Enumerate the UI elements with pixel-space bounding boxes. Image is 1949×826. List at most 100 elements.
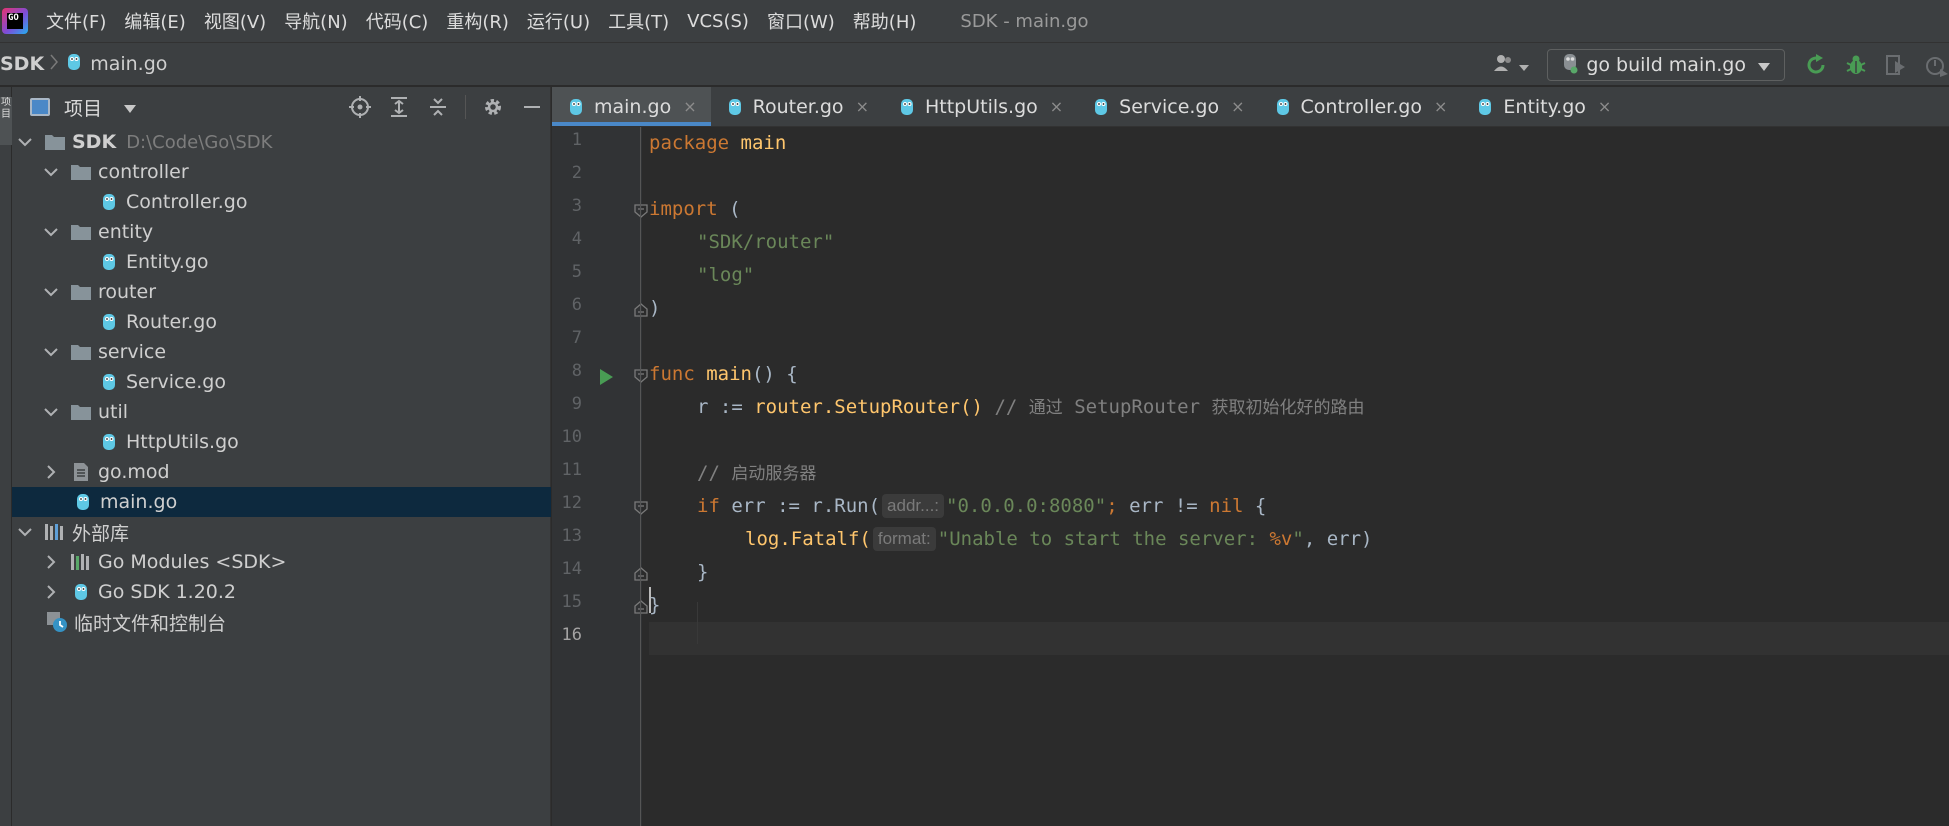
hide-panel-button[interactable]	[520, 95, 544, 119]
menu-code[interactable]: 代码(C)	[366, 8, 429, 34]
tree-node-util[interactable]: util	[12, 397, 551, 427]
tree-file-service-go[interactable]: Service.go	[12, 367, 551, 397]
fold-close-icon[interactable]	[634, 567, 648, 581]
menu-navigate[interactable]: 导航(N)	[284, 8, 348, 34]
go-file-icon	[98, 312, 120, 332]
tree-node-go-modules[interactable]: Go Modules <SDK>	[12, 547, 551, 577]
expand-all-button[interactable]	[387, 95, 411, 119]
project-panel-title[interactable]: 项目	[64, 94, 102, 121]
tree-file-httputils-go[interactable]: HttpUtils.go	[12, 427, 551, 457]
project-tool-window-button[interactable]: 项目	[0, 97, 12, 145]
run-gutter-icon[interactable]	[600, 369, 613, 385]
chevron-down-icon[interactable]	[44, 165, 58, 179]
tree-label: router	[98, 281, 157, 303]
chevron-down-icon	[1519, 54, 1530, 76]
chevron-right-icon[interactable]	[44, 465, 58, 479]
profile-button[interactable]	[1923, 52, 1949, 78]
collapse-all-button[interactable]	[426, 95, 450, 119]
menu-file[interactable]: 文件(F)	[46, 8, 106, 34]
tree-node-router[interactable]: router	[12, 277, 551, 307]
tab-entity-go[interactable]: Entity.go ×	[1461, 87, 1625, 126]
user-account-button[interactable]	[1493, 53, 1530, 78]
tree-node-scratches-and-consoles[interactable]: 临时文件和控制台	[12, 607, 551, 637]
chevron-down-icon[interactable]	[18, 525, 32, 539]
tree-file-controller-go[interactable]: Controller.go	[12, 187, 551, 217]
fold-open-icon[interactable]	[634, 369, 648, 383]
run-configuration-label: go build main.go	[1586, 54, 1746, 76]
menu-window[interactable]: 窗口(W)	[767, 8, 835, 34]
tab-controller-go[interactable]: Controller.go ×	[1259, 87, 1462, 126]
menu-help[interactable]: 帮助(H)	[853, 8, 917, 34]
breadcrumb-project[interactable]: SDK	[0, 53, 44, 75]
tree-label: Controller.go	[126, 191, 248, 213]
close-icon[interactable]: ×	[856, 97, 869, 116]
code-line-9: r := router.SetupRouter() // 通过 SetupRou…	[697, 391, 1364, 424]
tree-label: Go SDK 1.20.2	[98, 581, 237, 603]
run-configuration-dropdown[interactable]: go build main.go	[1547, 49, 1785, 81]
tree-node-controller[interactable]: controller	[12, 157, 551, 187]
chevron-down-icon[interactable]	[44, 285, 58, 299]
tree-path: D:\Code\Go\SDK	[126, 131, 273, 153]
options-button[interactable]	[481, 95, 505, 119]
tree-node-service[interactable]: service	[12, 337, 551, 367]
rerun-button[interactable]	[1803, 52, 1829, 78]
goland-logo-icon[interactable]: GO	[2, 8, 28, 34]
close-icon[interactable]: ×	[1434, 97, 1447, 116]
tab-router-go[interactable]: Router.go ×	[711, 87, 883, 126]
breadcrumb-file[interactable]: main.go	[90, 53, 167, 75]
go-file-icon	[98, 252, 120, 272]
menu-tools[interactable]: 工具(T)	[608, 8, 669, 34]
string-literal: "	[1292, 528, 1304, 550]
chevron-right-icon[interactable]	[44, 585, 58, 599]
go-file-icon	[1091, 96, 1111, 118]
gear-icon	[485, 99, 501, 115]
close-icon[interactable]: ×	[1050, 97, 1063, 116]
tree-node-external-libraries[interactable]: 外部库	[12, 517, 551, 547]
line-number: 8	[571, 361, 582, 381]
code-area[interactable]: package main import ( "SDK/router" "log"…	[649, 127, 1949, 826]
run-with-coverage-button[interactable]	[1883, 52, 1909, 78]
toolbar-separator	[465, 95, 466, 119]
fold-open-icon[interactable]	[634, 204, 648, 218]
chevron-down-icon[interactable]	[18, 135, 32, 149]
chevron-down-icon[interactable]	[44, 345, 58, 359]
line-number: 15	[561, 592, 582, 612]
close-icon[interactable]: ×	[1598, 97, 1611, 116]
scratches-icon	[46, 612, 68, 632]
menu-run[interactable]: 运行(U)	[527, 8, 590, 34]
string-literal: "SDK/router"	[697, 231, 835, 253]
tab-service-go[interactable]: Service.go ×	[1077, 87, 1258, 126]
tree-node-go-mod[interactable]: go.mod	[12, 457, 551, 487]
menu-view[interactable]: 视图(V)	[204, 8, 266, 34]
debug-button[interactable]	[1843, 52, 1869, 78]
chevron-right-icon[interactable]	[44, 555, 58, 569]
tree-file-main-go[interactable]: main.go	[12, 487, 551, 517]
tab-httputils-go[interactable]: HttpUtils.go ×	[883, 87, 1077, 126]
fold-close-icon[interactable]	[634, 600, 648, 614]
package-name: main	[740, 132, 787, 154]
tree-file-entity-go[interactable]: Entity.go	[12, 247, 551, 277]
tree-node-go-sdk[interactable]: Go SDK 1.20.2	[12, 577, 551, 607]
tab-main-go[interactable]: main.go ×	[552, 87, 711, 126]
chevron-down-icon[interactable]	[44, 225, 58, 239]
menu-edit[interactable]: 编辑(E)	[124, 8, 185, 34]
tree-node-sdk-root[interactable]: SDK D:\Code\Go\SDK	[12, 127, 551, 157]
editor-gutter[interactable]: 1 2 3 4 5 6 7 8 9 10 11 12 13 14 15 16	[552, 127, 648, 826]
menu-refactor[interactable]: 重构(R)	[446, 8, 509, 34]
tree-label: controller	[98, 161, 189, 183]
close-icon[interactable]: ×	[1231, 97, 1244, 116]
close-icon[interactable]: ×	[683, 97, 696, 116]
menu-vcs[interactable]: VCS(S)	[687, 11, 749, 32]
locate-file-button[interactable]	[348, 95, 372, 119]
go-modules-icon	[70, 552, 92, 572]
tree-node-entity[interactable]: entity	[12, 217, 551, 247]
fold-close-icon[interactable]	[634, 303, 648, 317]
fold-open-icon[interactable]	[634, 501, 648, 515]
chevron-down-icon[interactable]	[124, 96, 137, 118]
chevron-down-icon[interactable]	[44, 405, 58, 419]
code-line-8: func main() {	[649, 358, 798, 391]
tab-label: Service.go	[1119, 95, 1220, 118]
tree-file-router-go[interactable]: Router.go	[12, 307, 551, 337]
window-title: SDK - main.go	[960, 10, 1089, 32]
bug-icon	[1846, 55, 1866, 74]
